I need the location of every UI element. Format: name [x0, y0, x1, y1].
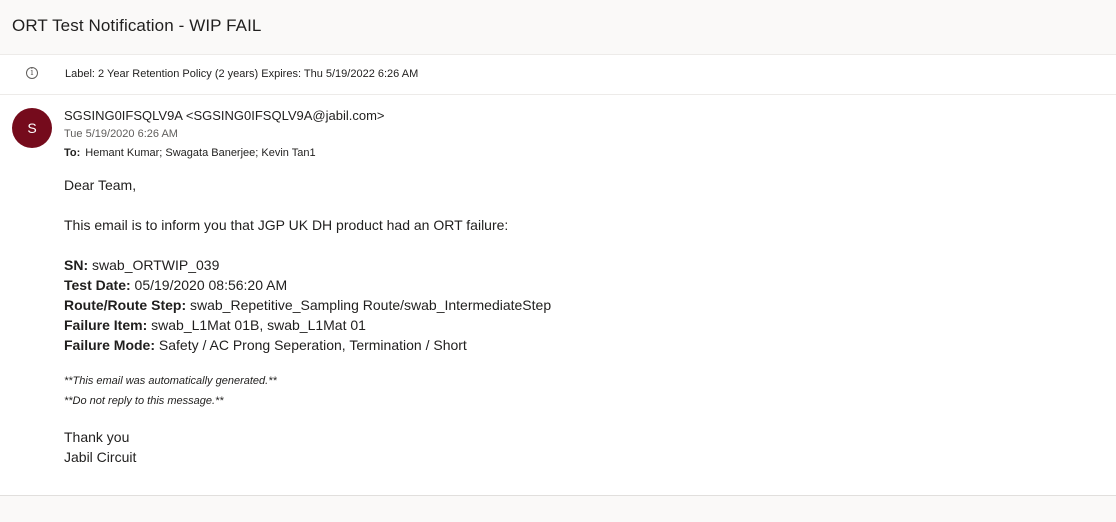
field-route-step: Route/Route Step: swab_Repetitive_Sampli…: [64, 295, 551, 315]
email-subject: ORT Test Notification - WIP FAIL: [12, 16, 262, 35]
field-value: swab_ORTWIP_039: [88, 257, 220, 273]
field-label: Test Date:: [64, 277, 131, 293]
field-test-date: Test Date: 05/19/2020 08:56:20 AM: [64, 275, 551, 295]
subject-bar: ORT Test Notification - WIP FAIL: [0, 0, 1116, 54]
sender-avatar[interactable]: S: [12, 108, 52, 148]
greeting: Dear Team,: [64, 177, 137, 193]
no-reply-note: **Do not reply to this message.**: [64, 395, 224, 407]
to-label: To:: [64, 147, 81, 159]
field-label: Failure Item:: [64, 317, 148, 333]
field-failure-item: Failure Item: swab_L1Mat 01B, swab_L1Mat…: [64, 315, 551, 335]
field-sn: SN: swab_ORTWIP_039: [64, 255, 551, 275]
intro-text: This email is to inform you that JGP UK …: [64, 217, 509, 233]
retention-label-row[interactable]: i Label: 2 Year Retention Policy (2 year…: [0, 55, 1116, 95]
closing: Thank you: [64, 429, 130, 445]
field-label: SN:: [64, 257, 89, 273]
field-value: 05/19/2020 08:56:20 AM: [130, 277, 288, 293]
field-value: Safety / AC Prong Seperation, Terminatio…: [155, 337, 467, 353]
info-icon: i: [26, 67, 38, 79]
field-label: Failure Mode:: [64, 337, 156, 353]
message-card: i Label: 2 Year Retention Policy (2 year…: [0, 54, 1116, 496]
sent-date: Tue 5/19/2020 6:26 AM: [64, 128, 178, 140]
retention-label-text: Label: 2 Year Retention Policy (2 years)…: [65, 68, 419, 80]
field-value: swab_L1Mat 01B, swab_L1Mat 01: [147, 317, 366, 333]
message-body: Dear Team, This email is to inform you t…: [64, 175, 551, 467]
auto-generated-note: **This email was automatically generated…: [64, 375, 277, 387]
recipients-line: To: Hemant Kumar; Swagata Banerjee; Kevin…: [64, 147, 316, 159]
recipients[interactable]: Hemant Kumar; Swagata Banerjee; Kevin Ta…: [85, 147, 315, 159]
field-failure-mode: Failure Mode: Safety / AC Prong Seperati…: [64, 335, 551, 355]
sender-name[interactable]: SGSING0IFSQLV9A <SGSING0IFSQLV9A@jabil.c…: [64, 108, 385, 123]
field-label: Route/Route Step:: [64, 297, 187, 313]
field-value: swab_Repetitive_Sampling Route/swab_Inte…: [186, 297, 552, 313]
signature: Jabil Circuit: [64, 449, 137, 465]
